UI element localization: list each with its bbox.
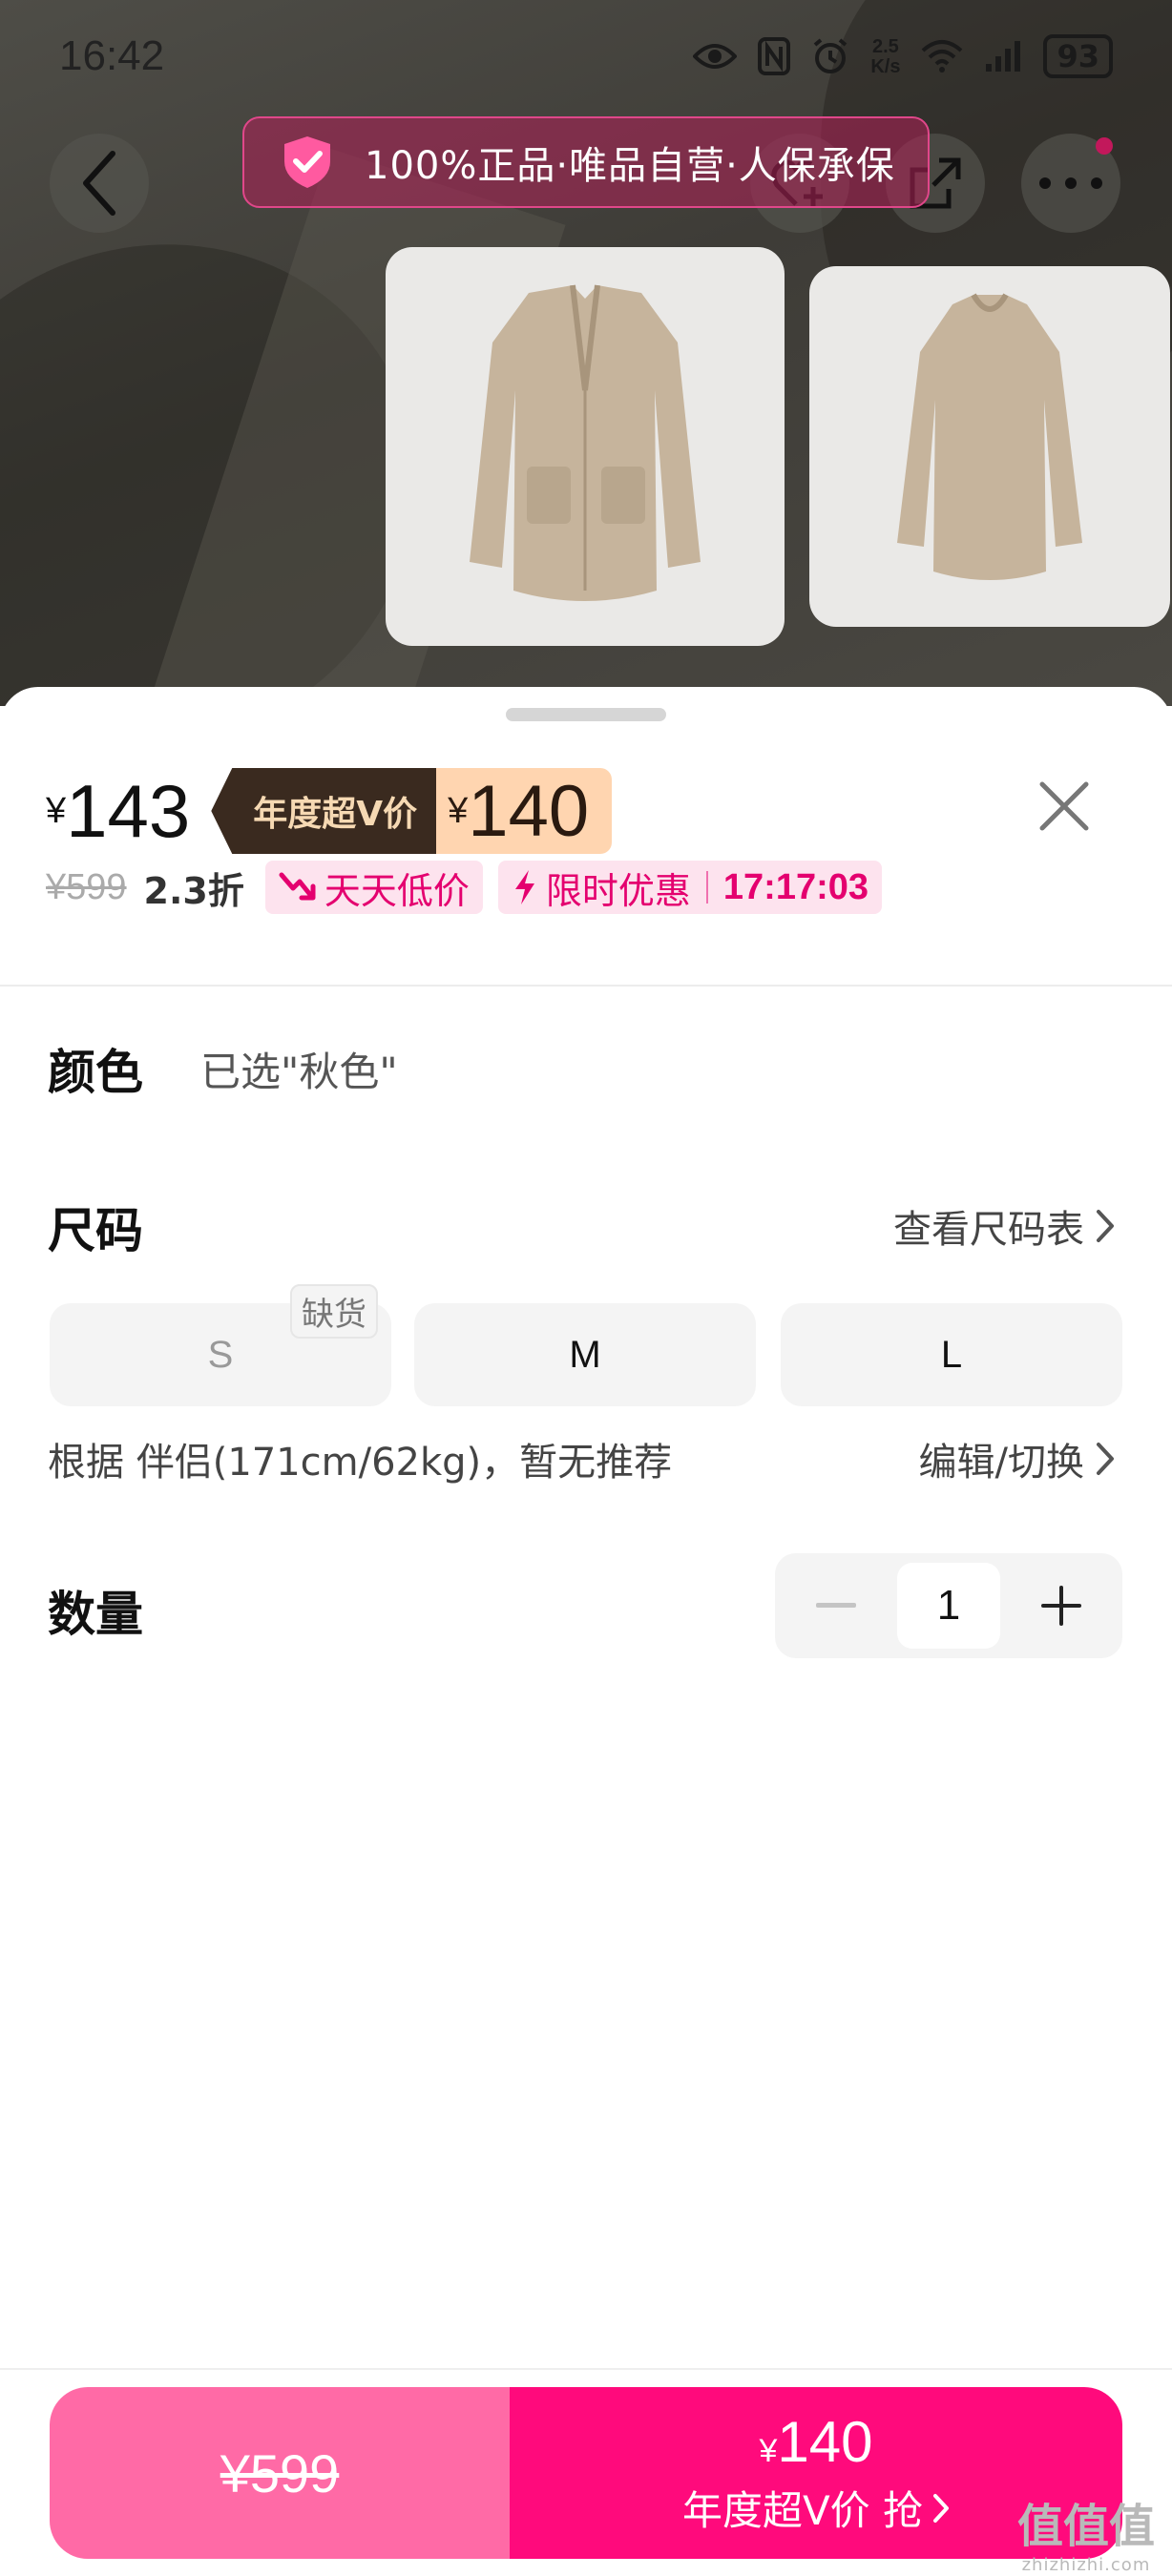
network-speed: 2.5 K/s — [870, 36, 901, 77]
discount-rate: 2.3折 — [143, 869, 244, 912]
trend-down-icon — [279, 872, 316, 901]
lightning-icon — [514, 870, 534, 904]
more-icon — [1039, 177, 1102, 189]
currency-symbol: ¥ — [46, 790, 67, 831]
vip-buy-label: 年度超V价 抢 — [682, 2479, 950, 2537]
limited-offer-tag: 限时优惠 17:17:03 — [497, 861, 883, 914]
color-label: 颜色 — [48, 1045, 143, 1100]
plus-icon — [1041, 1586, 1081, 1626]
price-row: ¥ 143 年度超V价 ¥140 — [46, 763, 613, 859]
bottom-bar-divider — [0, 2368, 1172, 2370]
purchase-bar: ¥599 ¥140 年度超V价 抢 — [50, 2387, 1122, 2559]
quantity-value[interactable]: 1 — [897, 1563, 1000, 1649]
cell-signal-icon — [986, 41, 1021, 72]
section-divider — [0, 985, 1172, 987]
banner-text: 100%正品·唯品自营·人保承保 — [365, 144, 895, 188]
chevron-right-icon — [1097, 1210, 1114, 1242]
status-icons: 2.5 K/s 93 — [693, 34, 1113, 78]
size-option-l[interactable]: L — [781, 1303, 1122, 1406]
close-icon — [1039, 781, 1089, 831]
quantity-stepper: 1 — [775, 1553, 1122, 1658]
notification-dot — [1096, 137, 1113, 155]
price-detail-row: ¥599 2.3折 天天低价 限时优惠 17:17:03 — [46, 859, 897, 916]
wifi-icon — [922, 40, 963, 73]
increase-button[interactable] — [1000, 1553, 1122, 1658]
sheet-drag-handle[interactable] — [506, 708, 666, 721]
status-bar: 16:42 2.5 K/s 93 — [0, 0, 1172, 114]
coat-front-image — [470, 284, 701, 601]
authenticity-banner: 100%正品·唯品自营·人保承保 — [242, 116, 930, 208]
chevron-right-icon — [933, 2493, 950, 2523]
sku-selector-sheet: ¥ 143 年度超V价 ¥140 ¥599 2.3折 天天低价 限时优惠 17:… — [0, 687, 1172, 2576]
out-of-stock-badge: 缺货 — [290, 1284, 378, 1339]
vip-buy-price: ¥140 — [759, 2410, 873, 2474]
size-chart-link[interactable]: 查看尺码表 — [893, 1198, 1115, 1254]
vip-price-tag: 年度超V价 ¥140 — [211, 768, 613, 854]
minus-icon — [816, 1603, 856, 1608]
countdown-timer: 17:17:03 — [722, 866, 869, 907]
close-button[interactable] — [1036, 779, 1092, 834]
more-button[interactable] — [1021, 134, 1120, 233]
current-price: 143 — [66, 768, 191, 853]
back-button[interactable] — [50, 134, 149, 233]
coat-back-image — [897, 293, 1082, 580]
watermark: 值值值 zhizhizhi.com — [1016, 2500, 1155, 2575]
original-price-button[interactable]: ¥599 — [50, 2387, 510, 2559]
edit-profile-link[interactable]: 编辑/切换 — [919, 1431, 1115, 1486]
product-thumbnail-front[interactable] — [386, 247, 785, 646]
daily-low-price-tag: 天天低价 — [264, 861, 483, 914]
battery-indicator: 93 — [1043, 34, 1113, 78]
product-thumbnail-back[interactable] — [809, 266, 1170, 627]
selected-color-text: 已选"秋色" — [200, 1049, 398, 1095]
vip-label: 年度超V价 — [211, 768, 437, 854]
quantity-label: 数量 — [48, 1587, 143, 1642]
size-option-m[interactable]: M — [414, 1303, 756, 1406]
chevron-right-icon — [1097, 1443, 1114, 1475]
original-price: ¥599 — [46, 866, 127, 907]
size-recommendation-text: 根据 伴侣(171cm/62kg)，暂无推荐 — [48, 1441, 673, 1485]
alarm-icon — [814, 38, 848, 73]
status-time: 16:42 — [59, 32, 165, 79]
chevron-left-icon — [83, 151, 115, 216]
vip-price: ¥140 — [436, 768, 613, 854]
eye-icon — [693, 44, 738, 69]
nfc-icon — [758, 37, 791, 75]
size-label: 尺码 — [48, 1203, 143, 1258]
decrease-button[interactable] — [775, 1553, 897, 1658]
shield-check-icon — [284, 136, 330, 188]
